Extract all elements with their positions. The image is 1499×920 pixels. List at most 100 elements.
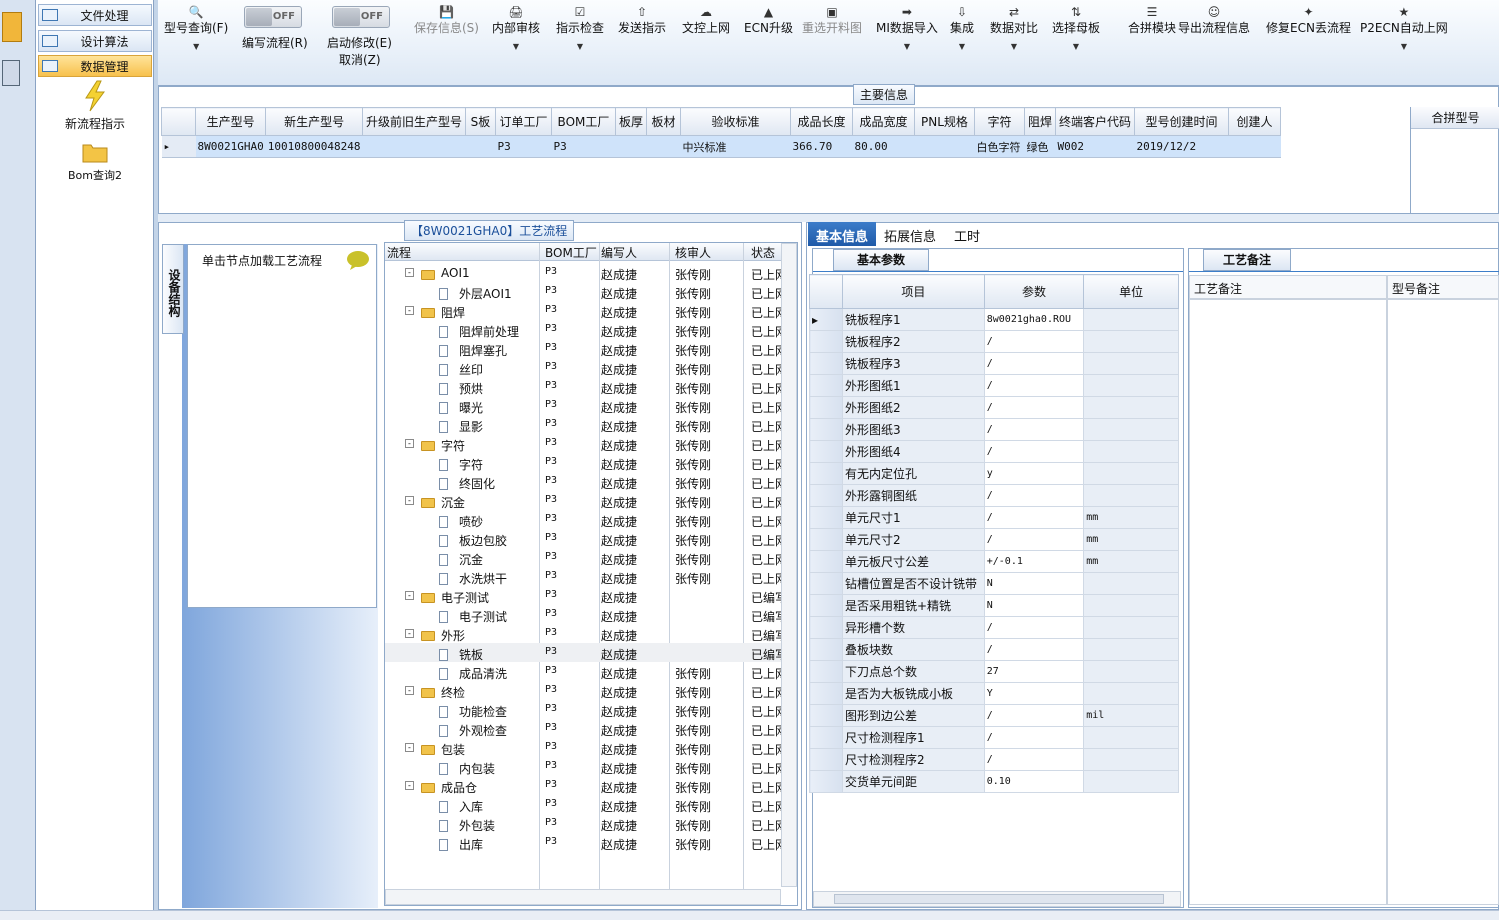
table-row[interactable]: 单元尺寸1/mm — [809, 506, 1179, 529]
toolbar-button[interactable]: ➡ MI数据导入 ▼ — [876, 4, 938, 51]
column-header[interactable]: PNL规格 — [913, 107, 975, 136]
tree-row[interactable]: 板边包胶 P3 赵成捷 张传刚 已上网 — [385, 529, 797, 548]
collapse-icon[interactable]: - — [405, 743, 414, 752]
tree-row[interactable]: 字符 P3 赵成捷 张传刚 已上网 — [385, 453, 797, 472]
table-row[interactable]: 异形槽个数 / — [809, 616, 1179, 639]
param-value[interactable]: / — [983, 748, 1085, 771]
column-header[interactable]: 项目 — [841, 274, 985, 309]
param-value[interactable]: / — [983, 330, 1085, 353]
param-value[interactable]: / — [983, 638, 1085, 661]
table-row[interactable]: 铣板程序3/ — [809, 352, 1179, 375]
horizontal-scrollbar[interactable] — [385, 889, 781, 905]
column-header[interactable]: 阻焊 — [1023, 107, 1057, 136]
param-value[interactable]: / — [983, 616, 1085, 639]
model-query-button[interactable]: 🔍 型号查询(F) ▼ — [164, 4, 228, 51]
node-load-panel[interactable]: 单击节点加载工艺流程 — [187, 244, 377, 608]
tree-row[interactable]: 外层AOI1 P3 赵成捷 张传刚 已上网 — [385, 282, 797, 301]
tree-row[interactable]: 终固化 P3 赵成捷 张传刚 已上网 — [385, 472, 797, 491]
table-row[interactable]: 外形图纸3/ — [809, 418, 1179, 441]
vertical-scrollbar[interactable] — [781, 243, 797, 887]
column-header[interactable]: 创建人 — [1228, 107, 1282, 136]
table-row[interactable]: 下刀点总个数 27 — [809, 660, 1179, 683]
nav-item-file-processing[interactable]: 文件处理 — [38, 4, 152, 26]
collapse-icon[interactable]: - — [405, 686, 414, 695]
tab-extended-info[interactable]: 拓展信息 — [876, 222, 944, 246]
tree-row[interactable]: 电子测试 P3 赵成捷 已编写 — [385, 605, 797, 624]
column-header[interactable]: S板 — [464, 107, 496, 136]
nav-item-data-management[interactable]: 数据管理 — [38, 55, 152, 77]
tree-row[interactable]: - 成品仓 P3 赵成捷 张传刚 已上网 — [385, 776, 797, 795]
tree-row[interactable]: 显影 P3 赵成捷 张传刚 已上网 — [385, 415, 797, 434]
tab-basic-info[interactable]: 基本信息 — [808, 222, 877, 246]
table-row[interactable]: 单元板尺寸公差 +/-0.1 mm — [809, 550, 1179, 573]
enable-edit-toggle[interactable]: OFF — [332, 6, 390, 28]
horizontal-splitter[interactable] — [158, 214, 1499, 222]
tree-row[interactable]: 内包装 P3 赵成捷 张传刚 已上网 — [385, 757, 797, 776]
table-row[interactable]: 铣板程序2/ — [809, 330, 1179, 353]
column-header[interactable]: 成品长度 — [789, 107, 853, 136]
toolbar-button[interactable]: ▣ 重选开料图 — [802, 4, 862, 36]
param-value[interactable]: +/-0.1 — [983, 550, 1085, 573]
tab-basic-params[interactable]: 基本参数 — [833, 249, 929, 271]
collapse-icon[interactable]: - — [405, 306, 414, 315]
param-value[interactable]: / — [983, 528, 1085, 551]
toolbar-button[interactable]: 💾 保存信息(S) — [414, 4, 479, 36]
calculator-icon[interactable] — [2, 60, 20, 86]
param-value[interactable]: / — [983, 418, 1085, 441]
scrollbar-thumb[interactable] — [834, 894, 1164, 904]
toolbar-button[interactable]: ☰ 合拼模块 — [1128, 4, 1176, 36]
table-row[interactable]: 有无内定位孔 y — [809, 462, 1179, 485]
tree-row[interactable]: 喷砂 P3 赵成捷 张传刚 已上网 — [385, 510, 797, 529]
table-row[interactable]: 外形图纸2/ — [809, 396, 1179, 419]
toolbar-button[interactable]: ⇧ 发送指示 — [618, 4, 666, 36]
column-header[interactable]: 订单工厂 — [494, 107, 552, 136]
tree-row[interactable]: 外包装 P3 赵成捷 张传刚 已上网 — [385, 814, 797, 833]
tree-row[interactable]: 阻焊塞孔 P3 赵成捷 张传刚 已上网 — [385, 339, 797, 358]
toolbar-button[interactable]: ⇅ 选择母板 ▼ — [1052, 4, 1100, 51]
column-header[interactable]: 字符 — [973, 107, 1025, 136]
horizontal-scrollbar[interactable] — [813, 891, 1181, 907]
toolbar-button[interactable]: 🖨 内部审核 ▼ — [492, 4, 540, 51]
column-header[interactable]: 升级前旧生产型号 — [361, 107, 466, 136]
table-row[interactable]: 单元尺寸2/mm — [809, 528, 1179, 551]
toolbar-button[interactable]: ★ P2ECN自动上网 ▼ — [1360, 4, 1448, 51]
param-value[interactable]: / — [983, 484, 1085, 507]
table-row[interactable]: 是否采用粗铣+精铣 N — [809, 594, 1179, 617]
toolbar-button[interactable]: ☑ 指示检查 ▼ — [556, 4, 604, 51]
tab-work-hours[interactable]: 工时 — [946, 222, 988, 246]
column-header[interactable]: 生产型号 — [194, 107, 267, 136]
param-value[interactable]: / — [983, 440, 1085, 463]
param-value[interactable]: / — [983, 506, 1085, 529]
param-value[interactable]: N — [983, 594, 1085, 617]
tree-row[interactable]: - 沉金 P3 赵成捷 张传刚 已上网 — [385, 491, 797, 510]
write-flow-toggle[interactable]: OFF — [244, 6, 302, 28]
tree-row[interactable]: 功能检查 P3 赵成捷 张传刚 已上网 — [385, 700, 797, 719]
tree-row[interactable]: 丝印 P3 赵成捷 张传刚 已上网 — [385, 358, 797, 377]
collapse-icon[interactable]: - — [405, 439, 414, 448]
tree-row[interactable]: 入库 P3 赵成捷 张传刚 已上网 — [385, 795, 797, 814]
tree-row[interactable]: 铣板 P3 赵成捷 已编写 — [385, 643, 797, 662]
tab-process-remarks[interactable]: 工艺备注 — [1203, 249, 1291, 271]
toolbar-button[interactable]: ⇩ 集成 ▼ — [950, 4, 974, 51]
tree-row[interactable]: 沉金 P3 赵成捷 张传刚 已上网 — [385, 548, 797, 567]
toolbar-button[interactable]: ☁ 文控上网 — [682, 4, 730, 36]
column-header[interactable]: 新生产型号 — [265, 107, 363, 136]
tree-row[interactable]: - 终检 P3 赵成捷 张传刚 已上网 — [385, 681, 797, 700]
column-header[interactable]: 流程 — [387, 244, 411, 261]
table-row[interactable]: 外形图纸1/ — [809, 374, 1179, 397]
collapse-icon[interactable]: - — [405, 591, 414, 600]
cancel-edit-button[interactable]: 取消(Z) — [339, 51, 381, 68]
table-row[interactable]: 是否为大板铣成小板 Y — [809, 682, 1179, 705]
toolbar-button[interactable]: ⇄ 数据对比 ▼ — [990, 4, 1038, 51]
table-row[interactable]: 叠板块数 / — [809, 638, 1179, 661]
tree-row[interactable]: - 电子测试 P3 赵成捷 已编写 — [385, 586, 797, 605]
tree-row[interactable]: 成品清洗 P3 赵成捷 张传刚 已上网 — [385, 662, 797, 681]
collapse-icon[interactable]: - — [405, 268, 414, 277]
toolbar-button[interactable]: ☺ 导出流程信息 — [1178, 4, 1250, 36]
column-header[interactable]: 状态 — [751, 244, 775, 261]
param-value[interactable]: / — [983, 352, 1085, 375]
column-header[interactable]: BOM工厂 — [550, 107, 616, 136]
param-value[interactable]: / — [983, 704, 1085, 727]
tree-row[interactable]: 出库 P3 赵成捷 张传刚 已上网 — [385, 833, 797, 852]
tree-row[interactable]: - 字符 P3 赵成捷 张传刚 已上网 — [385, 434, 797, 453]
